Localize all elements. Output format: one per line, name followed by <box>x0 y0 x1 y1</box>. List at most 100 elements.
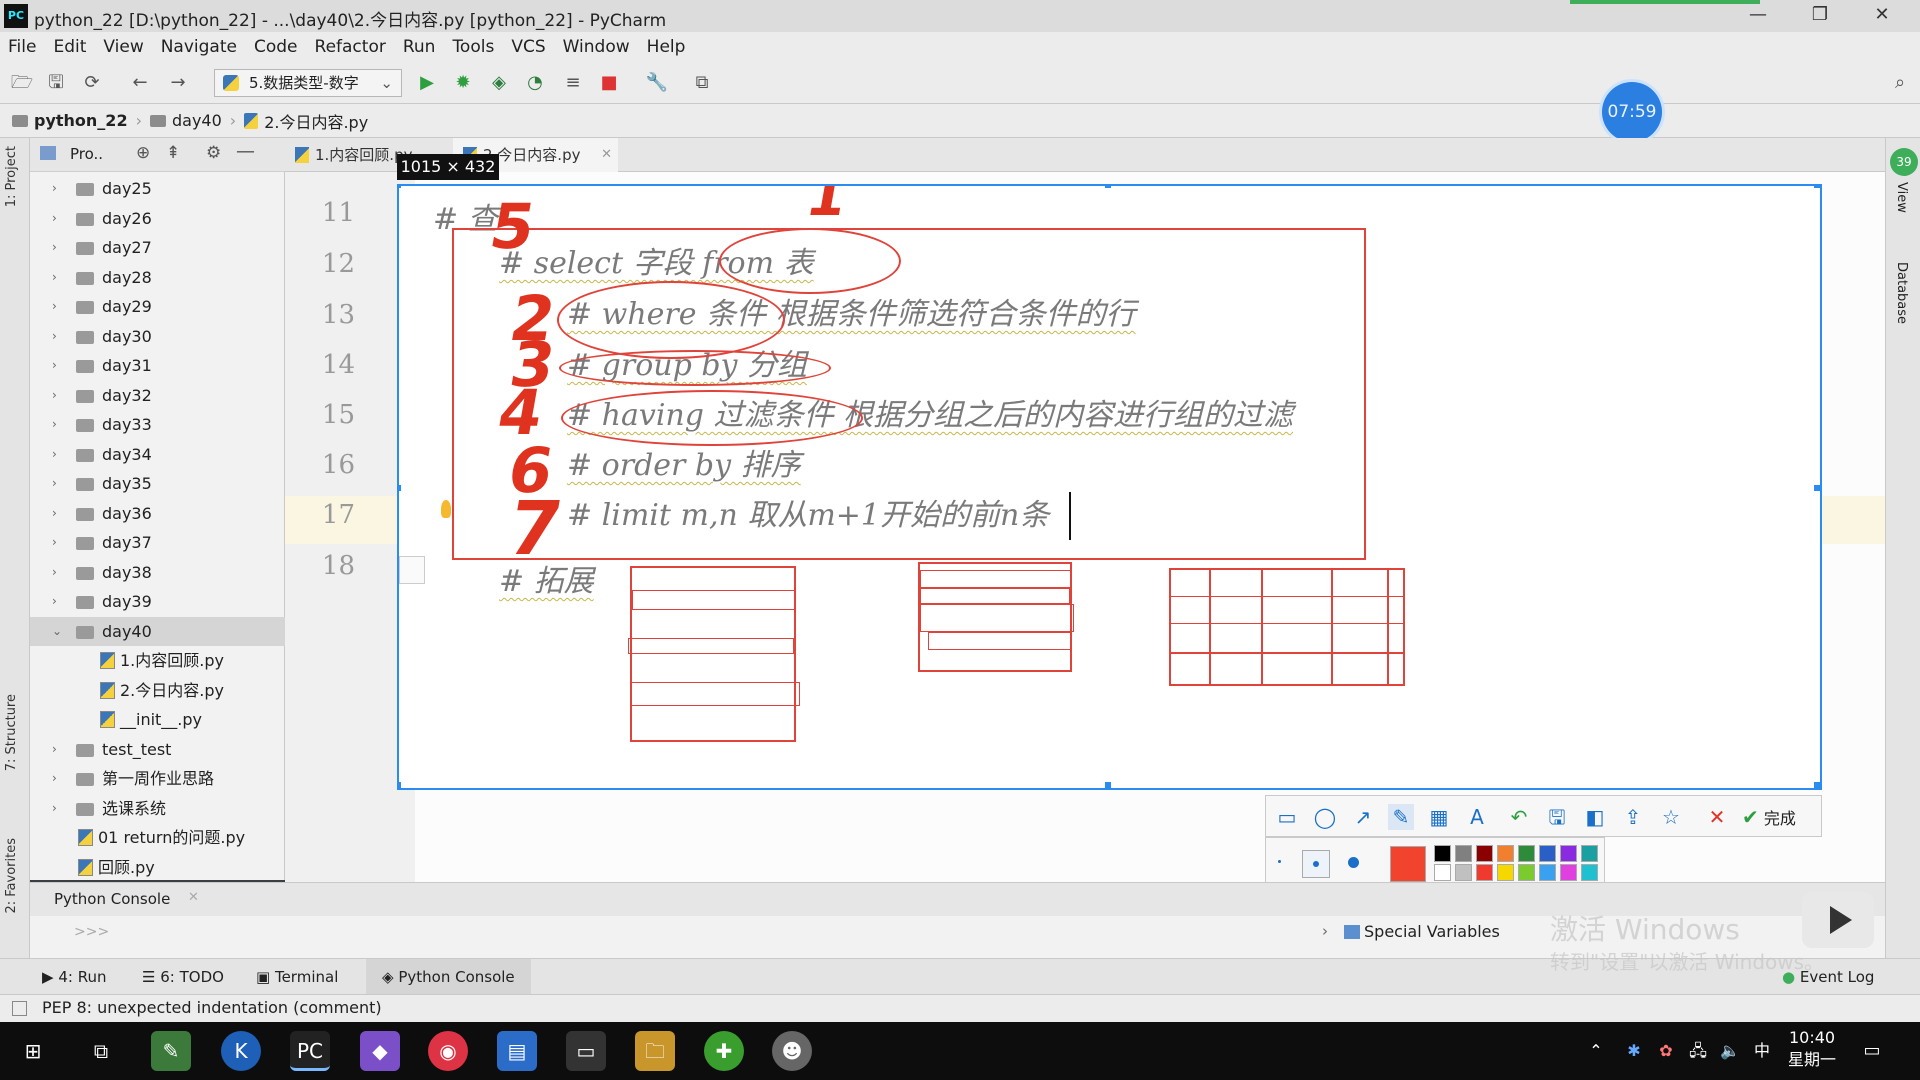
debug-icon[interactable]: ✹ <box>451 71 475 95</box>
profile-icon[interactable]: ◔ <box>523 71 547 95</box>
chevron-right-icon[interactable]: › <box>52 263 57 292</box>
tree-file[interactable]: __init__.py <box>30 705 285 735</box>
tree-folder[interactable]: › test_test <box>30 735 285 765</box>
menu-navigate[interactable]: Navigate <box>161 37 237 57</box>
avatar-app-icon[interactable]: ☻ <box>772 1031 812 1071</box>
run-configuration-select[interactable]: 5.数据类型-数字 ⌄ <box>214 69 402 97</box>
pycharm-taskbar-icon[interactable]: PC <box>290 1031 330 1071</box>
screenshot-capture-region[interactable]: # 查 # select 字段 from 表 # where 条件 根据条件筛选… <box>397 184 1822 790</box>
project-view-select[interactable]: Pro.. <box>70 145 103 163</box>
breadcrumb-file[interactable]: 2.今日内容.py <box>244 109 368 133</box>
tree-file[interactable]: 2.今日内容.py <box>30 676 285 706</box>
stop-icon[interactable]: ■ <box>597 71 621 95</box>
chevron-right-icon[interactable]: › <box>52 794 57 823</box>
tree-folder[interactable]: › day29 <box>30 292 285 322</box>
chevron-right-icon[interactable]: › <box>52 764 57 793</box>
fold-marker-icon[interactable] <box>399 556 425 584</box>
color-swatch[interactable] <box>1518 864 1535 881</box>
sync-icon[interactable]: ⟳ <box>80 71 104 95</box>
tree-folder[interactable]: › day31 <box>30 351 285 381</box>
breadcrumb-project[interactable]: python_22 <box>12 111 128 130</box>
python-console-tab[interactable]: Python Console <box>54 890 170 908</box>
chevron-right-icon[interactable]: › <box>52 499 57 528</box>
task-view-icon[interactable]: ⧉ <box>81 1031 121 1071</box>
selected-color-swatch[interactable] <box>1390 846 1426 882</box>
kugou-app-icon[interactable]: K <box>221 1031 261 1071</box>
color-swatch[interactable] <box>1539 864 1556 881</box>
share-icon[interactable]: ⇪ <box>1620 804 1646 830</box>
menu-code[interactable]: Code <box>254 37 298 57</box>
menu-tools[interactable]: Tools <box>452 37 494 57</box>
close-button[interactable]: ✕ <box>1852 0 1912 32</box>
tree-folder[interactable]: › day30 <box>30 322 285 352</box>
minimize-button[interactable]: — <box>1728 0 1788 32</box>
ellipse-icon[interactable]: ◯ <box>1312 804 1338 830</box>
chevron-right-icon[interactable]: › <box>52 528 57 557</box>
back-arrow-icon[interactable]: ← <box>128 71 152 95</box>
star-icon[interactable]: ☆ <box>1658 804 1684 830</box>
chevron-right-icon[interactable]: › <box>52 351 57 380</box>
chevron-right-icon[interactable]: › <box>52 587 57 616</box>
todo-tool-tab[interactable]: ☰ 6: TODO <box>142 959 224 995</box>
menu-refactor[interactable]: Refactor <box>315 37 386 57</box>
chrome-app-icon[interactable]: ◉ <box>428 1031 468 1071</box>
tree-folder[interactable]: › day25 <box>30 174 285 204</box>
terminal-tool-tab[interactable]: ▣ Terminal <box>256 959 338 995</box>
run-icon[interactable]: ▶ <box>415 71 439 95</box>
concurrency-icon[interactable]: ≡ <box>561 71 585 95</box>
tree-folder[interactable]: › day34 <box>30 440 285 470</box>
color-swatch[interactable] <box>1476 845 1493 862</box>
color-swatch[interactable] <box>1560 864 1577 881</box>
structure-tool-tab[interactable]: 7: Structure <box>4 694 19 771</box>
color-swatch[interactable] <box>1539 845 1556 862</box>
color-swatch[interactable] <box>1497 864 1514 881</box>
python-console-tool-tab[interactable]: ◈ Python Console <box>366 959 531 995</box>
tree-folder[interactable]: › day37 <box>30 528 285 558</box>
tree-file[interactable]: 1.内容回顾.py <box>30 646 285 676</box>
color-swatch[interactable] <box>1455 864 1472 881</box>
resize-handle[interactable] <box>1814 186 1820 188</box>
tree-folder[interactable]: › day39 <box>30 587 285 617</box>
menu-help[interactable]: Help <box>647 37 686 57</box>
video-play-icon[interactable] <box>1802 892 1874 948</box>
lightbulb-icon[interactable] <box>441 500 451 518</box>
chevron-right-icon[interactable]: › <box>52 292 57 321</box>
favorites-tool-tab[interactable]: 2: Favorites <box>4 838 19 914</box>
chevron-right-icon[interactable]: › <box>52 233 57 262</box>
special-variables[interactable]: Special Variables <box>1364 922 1500 941</box>
chevron-right-icon[interactable]: › <box>52 174 57 203</box>
save-icon[interactable]: 🖫 <box>44 71 68 95</box>
brush-medium-option[interactable] <box>1302 850 1330 878</box>
tree-folder[interactable]: ⌄ day40 <box>30 616 285 646</box>
notification-badge[interactable]: 39 <box>1890 148 1918 176</box>
tray-network-icon[interactable]: 🖧 <box>1686 1031 1710 1071</box>
chevron-down-icon[interactable]: ⌄ <box>52 617 62 646</box>
menu-file[interactable]: File <box>8 37 36 57</box>
pen-icon[interactable]: ✎ <box>1388 804 1414 830</box>
resize-handle[interactable] <box>1105 782 1111 788</box>
undo-icon[interactable]: ↶ <box>1506 804 1532 830</box>
file-explorer-icon[interactable]: 🗀 <box>635 1031 675 1071</box>
gear-icon[interactable]: ⚙ <box>206 143 221 163</box>
project-tool-tab[interactable]: 1: Project <box>4 146 19 207</box>
color-swatch[interactable] <box>1581 864 1598 881</box>
done-button[interactable]: ✔ 完成 <box>1742 804 1796 832</box>
rectangle-icon[interactable]: ▭ <box>1274 804 1300 830</box>
notepad-app-icon[interactable]: ✎ <box>151 1031 191 1071</box>
open-folder-icon[interactable]: 🗁 <box>10 71 34 95</box>
monitor-app-icon[interactable]: ▤ <box>497 1031 537 1071</box>
chevron-right-icon[interactable]: › <box>52 204 57 233</box>
chevron-right-icon[interactable]: › <box>52 381 57 410</box>
tree-folder[interactable]: › day27 <box>30 233 285 263</box>
color-swatch[interactable] <box>1434 864 1451 881</box>
color-swatch[interactable] <box>1581 845 1598 862</box>
color-swatch[interactable] <box>1434 845 1451 862</box>
arrow-icon[interactable]: ↗ <box>1350 804 1376 830</box>
tray-app-icon[interactable]: ✿ <box>1654 1031 1678 1071</box>
tray-bluetooth-icon[interactable]: ✱ <box>1622 1031 1646 1071</box>
tray-chevron-icon[interactable]: ⌃ <box>1584 1031 1608 1071</box>
taskbar-clock[interactable]: 10:40 星期一 <box>1788 1027 1836 1071</box>
color-swatch[interactable] <box>1518 845 1535 862</box>
forward-arrow-icon[interactable]: → <box>166 71 190 95</box>
menu-run[interactable]: Run <box>403 37 436 57</box>
